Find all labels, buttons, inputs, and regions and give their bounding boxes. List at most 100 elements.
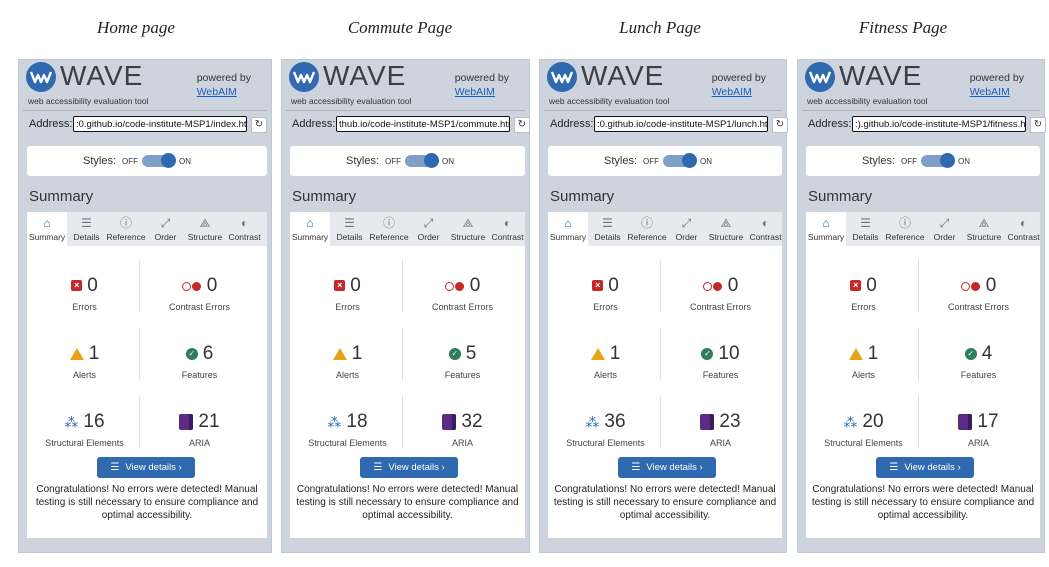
alerts-stat[interactable]: 1 Alerts — [548, 343, 663, 380]
tab-summary[interactable]: ⌂ Summary — [27, 212, 67, 246]
errors-stat[interactable]: × 0 Errors — [290, 275, 405, 312]
webaim-link[interactable]: WebAIM — [197, 85, 251, 99]
styles-toggle[interactable] — [921, 153, 955, 168]
structural-stat[interactable]: ⁂ 16 Structural Elements — [27, 411, 142, 448]
structural-caption: Structural Elements — [824, 438, 903, 448]
address-label: Address: — [29, 118, 73, 130]
congrats-message: Congratulations! No errors were detected… — [553, 484, 777, 521]
summary-title: Summary — [29, 188, 94, 205]
tab-order[interactable]: ⤢ Order — [925, 212, 965, 246]
view-details-button[interactable]: ☰ View details › — [360, 457, 458, 478]
wave-tagline: web accessibility evaluation tool — [291, 96, 412, 106]
aria-caption: ARIA — [451, 438, 473, 448]
view-details-button[interactable]: ☰ View details › — [97, 457, 195, 478]
reload-icon[interactable]: ↻ — [1030, 117, 1046, 133]
webaim-link[interactable]: WebAIM — [455, 85, 509, 99]
styles-label: Styles: — [604, 155, 638, 167]
summary-body: × 0 Errors 0 Contrast Errors 1 Alerts ✓ 10… — [548, 246, 782, 538]
powered-by: powered by WebAIM — [970, 71, 1024, 99]
tab-bar: ⌂ Summary ☰ Details ⓘ Reference ⤢ Order … — [27, 212, 267, 246]
tab-reference[interactable]: ⓘ Reference — [369, 212, 409, 246]
features-stat[interactable]: ✓ 6 Features — [142, 343, 257, 380]
view-details-label: View details › — [904, 462, 961, 473]
tab-summary[interactable]: ⌂ Summary — [290, 212, 330, 246]
list-icon: ☰ — [81, 216, 92, 230]
webaim-link[interactable]: WebAIM — [970, 85, 1024, 99]
congrats-message: Congratulations! No errors were detected… — [811, 484, 1035, 521]
tab-order[interactable]: ⤢ Order — [146, 212, 186, 246]
address-input[interactable]: :0.github.io/code-institute-MSP1/index.h… — [73, 116, 247, 132]
address-input[interactable]: :0.github.io/code-institute-MSP1/lunch.h… — [594, 116, 768, 132]
tab-summary[interactable]: ⌂ Summary — [806, 212, 846, 246]
features-stat[interactable]: ✓ 4 Features — [921, 343, 1036, 380]
tab-contrast[interactable]: ◐ Contrast — [1004, 212, 1044, 246]
alerts-stat[interactable]: 1 Alerts — [806, 343, 921, 380]
features-stat[interactable]: ✓ 5 Features — [405, 343, 520, 380]
tab-structure[interactable]: ⟁ Structure — [706, 212, 746, 246]
contrast-icon: ◐ — [503, 216, 512, 230]
tab-details[interactable]: ☰ Details — [330, 212, 370, 246]
toggle-knob — [161, 153, 176, 168]
error-icon: × — [71, 280, 83, 292]
structural-stat[interactable]: ⁂ 36 Structural Elements — [548, 411, 663, 448]
tab-contrast[interactable]: ◐ Contrast — [225, 212, 265, 246]
error-icon: × — [592, 280, 604, 292]
tab-reference[interactable]: ⓘ Reference — [885, 212, 925, 246]
alerts-stat[interactable]: 1 Alerts — [27, 343, 142, 380]
view-details-button[interactable]: ☰ View details › — [618, 457, 716, 478]
tab-order[interactable]: ⤢ Order — [409, 212, 449, 246]
contrast-errors-stat[interactable]: 0 Contrast Errors — [663, 275, 778, 312]
aria-count: 17 — [977, 411, 999, 432]
aria-stat[interactable]: 21 ARIA — [142, 411, 257, 448]
styles-toggle[interactable] — [663, 153, 697, 168]
aria-stat[interactable]: 17 ARIA — [921, 411, 1036, 448]
reload-icon[interactable]: ↻ — [514, 117, 530, 133]
contrast-errors-stat[interactable]: 0 Contrast Errors — [142, 275, 257, 312]
tab-structure[interactable]: ⟁ Structure — [185, 212, 225, 246]
contrast-errors-stat[interactable]: 0 Contrast Errors — [921, 275, 1036, 312]
errors-stat[interactable]: × 0 Errors — [27, 275, 142, 312]
tab-contrast[interactable]: ◐ Contrast — [746, 212, 786, 246]
tab-details[interactable]: ☰ Details — [588, 212, 628, 246]
reload-icon[interactable]: ↻ — [251, 117, 267, 133]
tab-reference[interactable]: ⓘ Reference — [627, 212, 667, 246]
contrast-errors-stat[interactable]: 0 Contrast Errors — [405, 275, 520, 312]
view-details-button[interactable]: ☰ View details › — [876, 457, 974, 478]
structural-caption: Structural Elements — [566, 438, 645, 448]
address-input[interactable]: thub.io/code-institute-MSP1/commute.html — [336, 116, 510, 132]
webaim-link[interactable]: WebAIM — [712, 85, 766, 99]
alert-icon — [332, 347, 347, 360]
styles-toggle[interactable] — [405, 153, 439, 168]
wave-panel: WAVE web accessibility evaluation tool p… — [797, 59, 1046, 553]
features-stat[interactable]: ✓ 10 Features — [663, 343, 778, 380]
list-icon: ☰ — [631, 462, 641, 473]
reload-icon[interactable]: ↻ — [772, 117, 788, 133]
tab-details[interactable]: ☰ Details — [67, 212, 107, 246]
structure-icon: ⁂ — [64, 414, 79, 430]
errors-stat[interactable]: × 0 Errors — [806, 275, 921, 312]
powered-by-label: powered by — [454, 72, 509, 84]
tab-label: Structure — [450, 232, 486, 242]
structural-stat[interactable]: ⁂ 18 Structural Elements — [290, 411, 405, 448]
aria-stat[interactable]: 23 ARIA — [663, 411, 778, 448]
tab-summary[interactable]: ⌂ Summary — [548, 212, 588, 246]
tab-structure[interactable]: ⟁ Structure — [448, 212, 488, 246]
errors-stat[interactable]: × 0 Errors — [548, 275, 663, 312]
aria-stat[interactable]: 32 ARIA — [405, 411, 520, 448]
styles-toggle[interactable] — [142, 153, 176, 168]
tab-label: Reference — [627, 232, 667, 242]
list-icon: ☰ — [344, 216, 355, 230]
structure-icon: ⟁ — [199, 216, 211, 230]
contrast-count: 0 — [206, 275, 218, 296]
aria-caption: ARIA — [709, 438, 731, 448]
tab-structure[interactable]: ⟁ Structure — [964, 212, 1004, 246]
wave-logo-text: WAVE — [323, 60, 407, 91]
tab-order[interactable]: ⤢ Order — [667, 212, 707, 246]
tab-reference[interactable]: ⓘ Reference — [106, 212, 146, 246]
tab-contrast[interactable]: ◐ Contrast — [488, 212, 528, 246]
tab-details[interactable]: ☰ Details — [846, 212, 886, 246]
address-input[interactable]: :).github.io/code-institute-MSP1/fitness… — [852, 116, 1026, 132]
address-label: Address: — [550, 118, 594, 130]
structural-stat[interactable]: ⁂ 20 Structural Elements — [806, 411, 921, 448]
alerts-stat[interactable]: 1 Alerts — [290, 343, 405, 380]
